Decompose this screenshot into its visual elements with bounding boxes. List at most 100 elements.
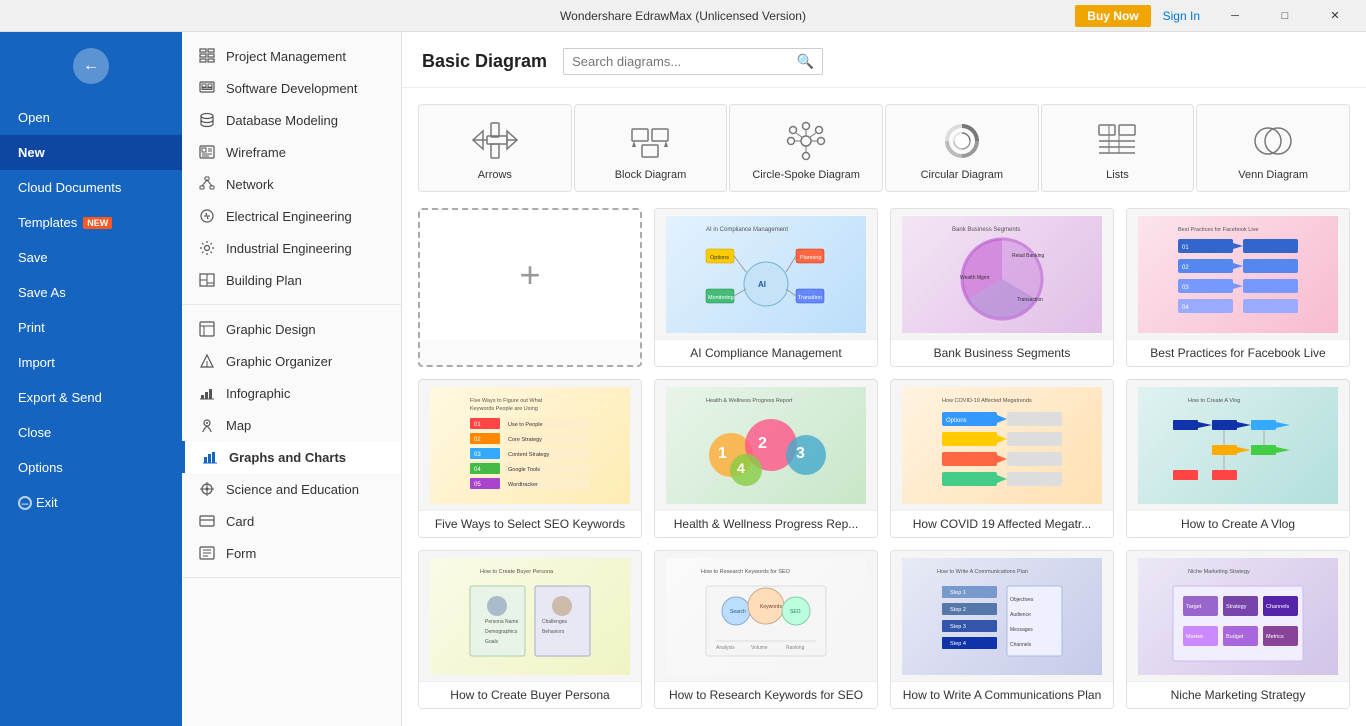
sidebar-item-save[interactable]: Save [0, 240, 182, 275]
niche-marketing-label: Niche Marketing Strategy [1127, 681, 1349, 708]
template-card-buyer-persona[interactable]: How to Create Buyer Persona Persona Name… [418, 550, 642, 709]
sidebar-item-options[interactable]: Options [0, 450, 182, 485]
template-card-niche-marketing[interactable]: Niche Marketing Strategy Target Strategy… [1126, 550, 1350, 709]
template-card-covid[interactable]: How COVID-19 Affected Megatrends Options [890, 379, 1114, 538]
sidebar-item-exit[interactable]: – Exit [0, 485, 182, 520]
sidebar-item-open[interactable]: Open [0, 100, 182, 135]
category-panel: Project Management Software Development … [182, 32, 402, 726]
category-item-science-education[interactable]: Science and Education [182, 473, 401, 505]
lists-icon [1095, 121, 1139, 161]
sidebar-item-cloud-documents[interactable]: Cloud Documents [0, 170, 182, 205]
sidebar-item-templates[interactable]: Templates NEW [0, 205, 182, 240]
building-plan-icon [198, 271, 216, 289]
category-item-electrical-engineering[interactable]: Electrical Engineering [182, 200, 401, 232]
svg-text:Strategy: Strategy [1226, 604, 1247, 610]
sidebar-item-save-as[interactable]: Save As [0, 275, 182, 310]
sidebar-item-close[interactable]: Close [0, 415, 182, 450]
svg-text:Transaction: Transaction [1017, 297, 1043, 303]
category-item-graphic-organizer[interactable]: Graphic Organizer [182, 345, 401, 377]
category-item-database-modeling[interactable]: Database Modeling [182, 104, 401, 136]
svg-text:AI: AI [758, 280, 766, 289]
close-window-button[interactable]: ✕ [1312, 0, 1358, 32]
comms-plan-preview: How to Write A Communications Plan Step … [891, 551, 1113, 681]
graphs-charts-icon [201, 448, 219, 466]
svg-text:Demographics: Demographics [485, 629, 518, 635]
buy-now-button[interactable]: Buy Now [1075, 5, 1150, 27]
template-card-keywords-research[interactable]: How to Research Keywords for SEO Search … [654, 550, 878, 709]
search-icon[interactable]: 🔍 [797, 53, 814, 70]
category-section-1: Project Management Software Development … [182, 32, 401, 305]
ai-compliance-label: AI Compliance Management [655, 339, 877, 366]
back-button[interactable]: ← [73, 48, 109, 84]
svg-text:Audience: Audience [1010, 612, 1031, 618]
vlog-preview: How to Create A Vlog [1127, 380, 1349, 510]
svg-text:01: 01 [1182, 245, 1189, 251]
left-sidebar: ← Open New Cloud Documents Templates NEW… [0, 32, 182, 726]
template-card-bank-business[interactable]: Bank Business Segments Retail Banking Tr… [890, 208, 1114, 367]
diagram-type-circular-diagram[interactable]: Circular Diagram [885, 104, 1039, 192]
arrows-icon [473, 121, 517, 161]
category-item-industrial-engineering[interactable]: Industrial Engineering [182, 232, 401, 264]
category-item-graphs-charts[interactable]: Graphs and Charts [182, 441, 401, 473]
svg-text:Challenges: Challenges [542, 619, 568, 625]
diagram-type-circle-spoke[interactable]: Circle-Spoke Diagram [729, 104, 883, 192]
category-item-form[interactable]: Form [182, 537, 401, 569]
template-card-ai-compliance[interactable]: AI in Compliance Management AI Options P… [654, 208, 878, 367]
category-item-building-plan[interactable]: Building Plan [182, 264, 401, 296]
template-card-comms-plan[interactable]: How to Write A Communications Plan Step … [890, 550, 1114, 709]
page-title: Basic Diagram [422, 51, 547, 72]
sidebar-item-export-send[interactable]: Export & Send [0, 380, 182, 415]
svg-text:Bank Business Segments: Bank Business Segments [952, 227, 1020, 233]
industrial-engineering-icon [198, 239, 216, 257]
category-item-network[interactable]: Network [182, 168, 401, 200]
search-input[interactable] [572, 54, 797, 69]
maximize-button[interactable]: □ [1262, 0, 1308, 32]
svg-text:Google Tools: Google Tools [508, 467, 540, 473]
svg-text:02: 02 [1182, 265, 1189, 271]
category-item-wireframe[interactable]: Wireframe [182, 136, 401, 168]
svg-text:Options: Options [946, 418, 967, 424]
category-item-software-development[interactable]: Software Development [182, 72, 401, 104]
template-card-seo-keywords[interactable]: Five Ways to Figure out What Keywords Pe… [418, 379, 642, 538]
svg-text:Niche Marketing Strategy: Niche Marketing Strategy [1188, 569, 1250, 575]
category-item-map[interactable]: Map [182, 409, 401, 441]
arrows-label: Arrows [478, 169, 512, 181]
sidebar-item-new[interactable]: New [0, 135, 182, 170]
svg-text:Behaviors: Behaviors [542, 629, 565, 635]
svg-text:How to Research Keywords for S: How to Research Keywords for SEO [701, 569, 791, 575]
svg-text:3: 3 [796, 445, 805, 462]
template-card-fb-live[interactable]: Best Practices for Facebook Live 01 02 0… [1126, 208, 1350, 367]
svg-text:Health & Wellness Progress Rep: Health & Wellness Progress Report [706, 398, 793, 404]
svg-text:Options: Options [710, 255, 729, 261]
category-item-infographic[interactable]: Infographic [182, 377, 401, 409]
sign-in-button[interactable]: Sign In [1155, 5, 1208, 27]
diagram-type-arrows[interactable]: Arrows [418, 104, 572, 192]
sidebar-item-import[interactable]: Import [0, 345, 182, 380]
template-card-health-wellness[interactable]: Health & Wellness Progress Report 1 2 3 … [654, 379, 878, 538]
category-item-project-management[interactable]: Project Management [182, 40, 401, 72]
content-area: Basic Diagram 🔍 [402, 32, 1366, 726]
new-template-card[interactable]: + [418, 208, 642, 367]
search-bar: 🔍 [563, 48, 823, 75]
diagram-type-venn-diagram[interactable]: Venn Diagram [1196, 104, 1350, 192]
svg-text:How to Write A Communications: How to Write A Communications Plan [937, 569, 1028, 575]
category-item-graphic-design[interactable]: Graphic Design [182, 313, 401, 345]
block-diagram-label: Block Diagram [615, 169, 687, 181]
svg-text:Channels: Channels [1266, 604, 1289, 610]
fb-live-preview: Best Practices for Facebook Live 01 02 0… [1127, 209, 1349, 339]
sidebar-item-print[interactable]: Print [0, 310, 182, 345]
category-item-card[interactable]: Card [182, 505, 401, 537]
niche-marketing-preview: Niche Marketing Strategy Target Strategy… [1127, 551, 1349, 681]
diagram-type-lists[interactable]: Lists [1041, 104, 1195, 192]
diagram-type-block-diagram[interactable]: Block Diagram [574, 104, 728, 192]
wireframe-icon [198, 143, 216, 161]
svg-text:05: 05 [474, 482, 481, 488]
minimize-button[interactable]: ─ [1212, 0, 1258, 32]
svg-text:Wealth Mgmt: Wealth Mgmt [960, 275, 990, 281]
software-development-icon [198, 79, 216, 97]
template-card-vlog[interactable]: How to Create A Vlog [1126, 379, 1350, 538]
content-header: Basic Diagram 🔍 [402, 32, 1366, 88]
svg-text:Ranking: Ranking [786, 645, 805, 651]
svg-text:Step 3: Step 3 [950, 624, 966, 630]
seo-keywords-preview: Five Ways to Figure out What Keywords Pe… [419, 380, 641, 510]
